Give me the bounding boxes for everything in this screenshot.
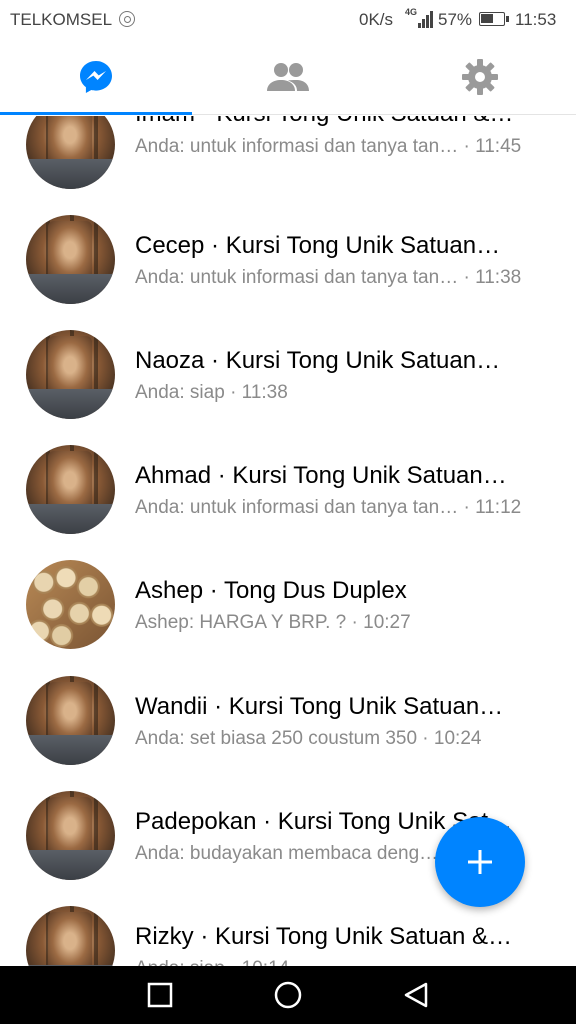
- conversation-snippet: Anda: set biasa 250 coustum 350 · 10:24: [135, 728, 482, 749]
- avatar: [26, 445, 115, 534]
- navigation-bar: [0, 966, 576, 1024]
- tab-settings[interactable]: [384, 40, 576, 114]
- conversation-title: Imam · Kursi Tong Unik Satuan &…: [135, 116, 535, 128]
- new-message-button[interactable]: [435, 817, 525, 907]
- conversation-title: Naoza · Kursi Tong Unik Satuan…: [135, 347, 501, 374]
- conversation-snippet: Anda: untuk informasi dan tanya tan… · 1…: [135, 136, 522, 157]
- network-speed: 0K/s: [359, 10, 394, 29]
- avatar: [26, 676, 115, 765]
- avatar: [26, 906, 115, 966]
- conversation-snippet: Anda: untuk informasi dan tanya tan… · 1…: [135, 267, 522, 288]
- tab-bar: [0, 40, 576, 115]
- conversation-row[interactable]: Naoza · Kursi Tong Unik Satuan… Anda: si…: [0, 330, 576, 445]
- recent-apps-icon[interactable]: [145, 980, 175, 1010]
- battery-percent: 57%: [438, 10, 473, 29]
- conversation-row[interactable]: Imam · Kursi Tong Unik Satuan &… Anda: u…: [0, 116, 576, 215]
- avatar: [26, 116, 115, 189]
- conversation-row[interactable]: Rizky · Kursi Tong Unik Satuan &… Anda: …: [0, 906, 576, 966]
- conversation-row[interactable]: Ahmad · Kursi Tong Unik Satuan… Anda: un…: [0, 445, 576, 560]
- conversation-snippet: Ashep: HARGA Y BRP. ? · 10:27: [135, 612, 411, 633]
- conversation-snippet: Anda: siap · 10:14: [135, 958, 555, 966]
- conversation-row[interactable]: Cecep · Kursi Tong Unik Satuan… Anda: un…: [0, 215, 576, 330]
- gear-icon: [462, 59, 498, 95]
- avatar: [26, 330, 115, 419]
- conversation-title: Ashep · Tong Dus Duplex: [135, 577, 407, 604]
- conversation-title: Rizky · Kursi Tong Unik Satuan &…: [135, 923, 513, 950]
- avatar: [26, 560, 115, 649]
- signal-icon: [416, 10, 436, 28]
- status-bar: TELKOMSEL 0K/s 4G 57% 11:53: [0, 0, 576, 40]
- conversation-title: Wandii · Kursi Tong Unik Satuan…: [135, 693, 504, 720]
- conversation-snippet: Anda: untuk informasi dan tanya tan… · 1…: [135, 497, 522, 518]
- battery-icon: [479, 12, 509, 26]
- carrier-name: TELKOMSEL: [10, 10, 113, 29]
- conversation-row[interactable]: Wandii · Kursi Tong Unik Satuan… Anda: s…: [0, 676, 576, 791]
- conversation-title: Ahmad · Kursi Tong Unik Satuan…: [135, 462, 507, 489]
- messenger-chat-icon: [80, 61, 112, 93]
- avatar: [26, 791, 115, 880]
- avatar: [26, 215, 115, 304]
- tab-chats[interactable]: [0, 40, 192, 115]
- home-icon[interactable]: [273, 980, 303, 1010]
- clock: 11:53: [515, 10, 557, 29]
- tab-people[interactable]: [192, 40, 384, 114]
- people-icon: [267, 63, 309, 91]
- carrier-badge-icon: [119, 11, 135, 27]
- plus-icon: [468, 850, 492, 874]
- back-icon[interactable]: [401, 980, 431, 1010]
- conversation-title: Cecep · Kursi Tong Unik Satuan…: [135, 232, 501, 259]
- conversation-row[interactable]: Ashep · Tong Dus Duplex Ashep: HARGA Y B…: [0, 560, 576, 675]
- conversation-snippet: Anda: siap · 11:38: [135, 382, 288, 403]
